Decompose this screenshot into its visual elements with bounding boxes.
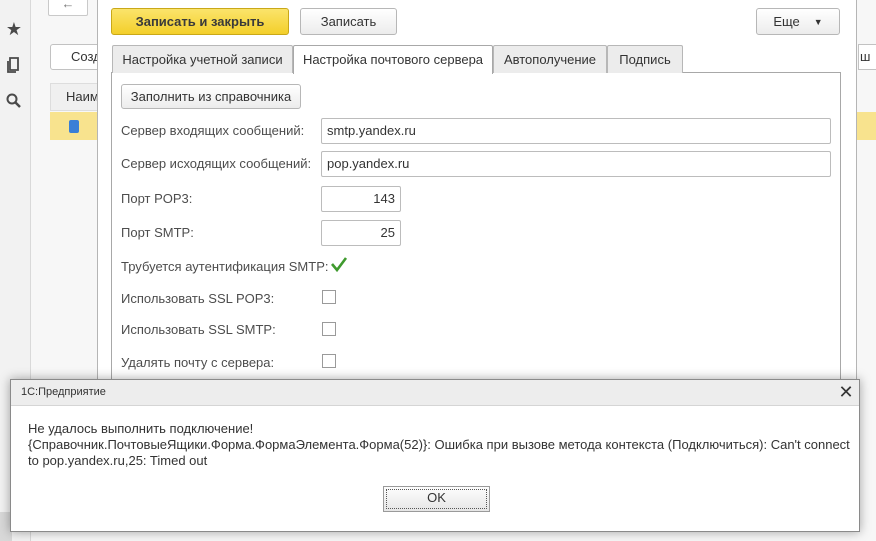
chevron-down-icon: ▼: [813, 17, 823, 27]
save-and-close-button[interactable]: Записать и закрыть: [111, 8, 289, 35]
tab-auto-receive[interactable]: Автополучение: [493, 45, 607, 73]
star-icon[interactable]: ★: [4, 19, 24, 39]
outgoing-server-label: Сервер исходящих сообщений:: [121, 156, 312, 171]
history-icon[interactable]: [4, 56, 24, 76]
document-icon: [69, 120, 79, 133]
incoming-server-input[interactable]: smtp.yandex.ru: [321, 118, 831, 144]
ok-button[interactable]: OK: [383, 486, 490, 512]
smtp-port-label: Порт SMTP:: [121, 225, 194, 240]
close-icon[interactable]: ✕: [836, 382, 856, 402]
outgoing-server-input[interactable]: pop.yandex.ru: [321, 151, 831, 177]
smtp-auth-checkbox[interactable]: [330, 256, 348, 274]
more-label: Еще: [773, 14, 800, 29]
search-icon[interactable]: [4, 92, 24, 112]
more-button[interactable]: Еще ▼: [756, 8, 840, 35]
dialog-message: Не удалось выполнить подключение! {Справ…: [28, 421, 853, 469]
delete-from-server-label: Удалять почту с сервера:: [121, 355, 275, 370]
dialog-title: 1С:Предприятие: [21, 386, 106, 398]
back-arrow-icon[interactable]: ←: [48, 0, 88, 16]
background-right-button[interactable]: ш: [858, 44, 876, 70]
dialog-titlebar[interactable]: 1С:Предприятие ✕: [11, 380, 859, 406]
save-button[interactable]: Записать: [300, 8, 397, 35]
ssl-pop3-label: Использовать SSL POP3:: [121, 291, 275, 306]
ssl-smtp-checkbox[interactable]: [322, 322, 336, 336]
dialog-message-line2: {Справочник.ПочтовыеЯщики.Форма.ФормаЭле…: [28, 437, 850, 468]
fill-from-catalog-button[interactable]: Заполнить из справочника: [121, 84, 301, 109]
smtp-auth-label: Трубуется аутентификация SMTP:: [121, 259, 329, 274]
ssl-smtp-label: Использовать SSL SMTP:: [121, 322, 276, 337]
tab-account-settings[interactable]: Настройка учетной записи: [112, 45, 293, 73]
pop3-port-label: Порт POP3:: [121, 191, 193, 206]
dialog-message-line1: Не удалось выполнить подключение!: [28, 421, 254, 436]
ssl-pop3-checkbox[interactable]: [322, 290, 336, 304]
delete-from-server-checkbox[interactable]: [322, 354, 336, 368]
incoming-server-label: Сервер входящих сообщений:: [121, 123, 305, 138]
tab-signature[interactable]: Подпись: [607, 45, 683, 73]
smtp-port-input[interactable]: 25: [321, 220, 401, 246]
pop3-port-input[interactable]: 143: [321, 186, 401, 212]
checkmark-icon: [331, 257, 348, 273]
error-dialog: 1С:Предприятие ✕ Не удалось выполнить по…: [10, 379, 860, 532]
tab-mail-server-settings[interactable]: Настройка почтового сервера: [293, 45, 493, 74]
